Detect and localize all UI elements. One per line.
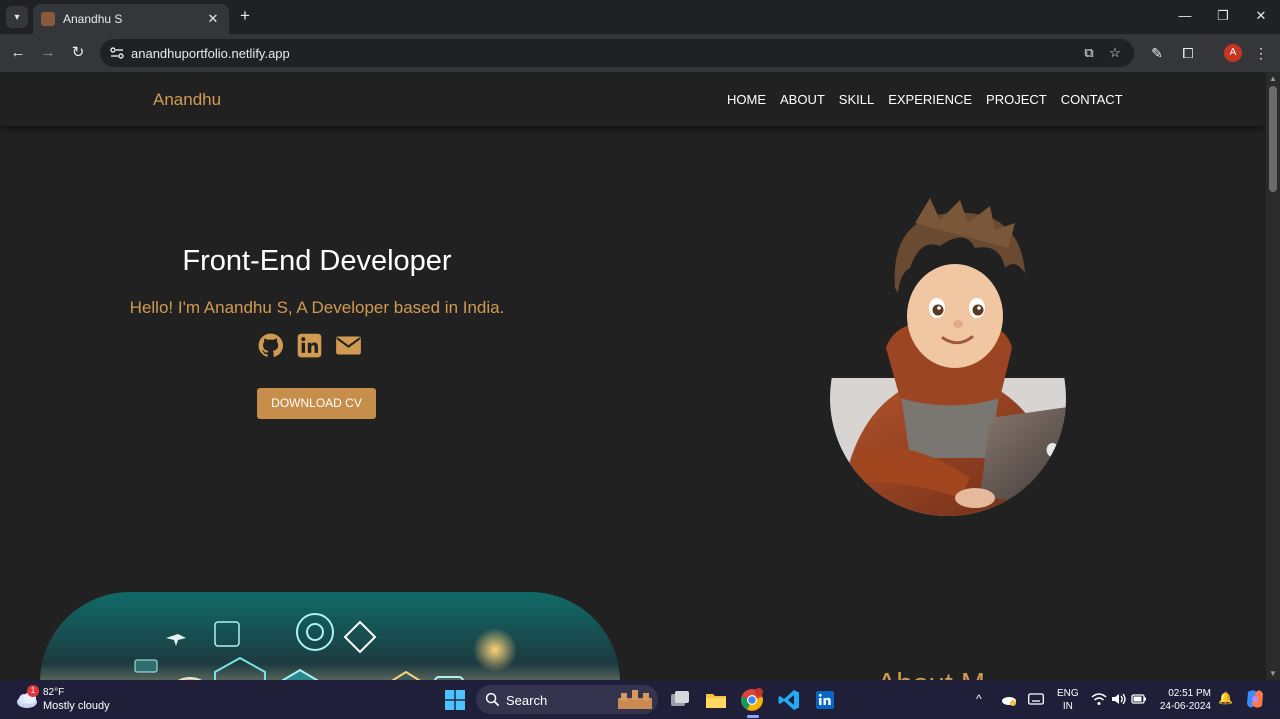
forward-button[interactable]: →: [38, 43, 58, 63]
site-brand[interactable]: Anandhu: [153, 90, 221, 110]
eyedropper-extension-icon[interactable]: ✎: [1148, 44, 1166, 62]
show-hidden-icons-icon[interactable]: ^: [976, 692, 982, 706]
bookmark-star-icon[interactable]: ☆: [1107, 45, 1123, 61]
about-section-tech-illustration: [40, 592, 620, 680]
browser-menu-icon[interactable]: ⋮: [1252, 44, 1270, 62]
clock-date: 24-06-2024: [1159, 701, 1211, 712]
active-app-indicator: [747, 715, 759, 718]
tab-title: Anandhu S: [63, 12, 123, 26]
browser-tab-strip: ▾ Anandhu S ✕ + — ❐ ✕: [0, 0, 1280, 34]
scrollbar-thumb[interactable]: [1269, 86, 1277, 192]
windows-taskbar: 1 82°F Mostly cloudy Search ^ ENG IN 02:…: [0, 680, 1280, 719]
site-menu: HOME ABOUT SKILL EXPERIENCE PROJECT CONT…: [727, 92, 1137, 107]
page-viewport: Anandhu HOME ABOUT SKILL EXPERIENCE PROJ…: [0, 72, 1266, 680]
language-indicator[interactable]: ENG IN: [1057, 687, 1079, 713]
nav-about[interactable]: ABOUT: [780, 92, 825, 107]
nav-contact[interactable]: CONTACT: [1061, 92, 1123, 107]
github-icon[interactable]: [257, 332, 284, 359]
download-cv-button[interactable]: DOWNLOAD CV: [257, 388, 376, 419]
browser-toolbar: ← → ↻ anandhuportfolio.netlify.app ⧉ ☆ ✎…: [0, 34, 1280, 72]
nav-home[interactable]: HOME: [727, 92, 766, 107]
tab-active[interactable]: Anandhu S ✕: [33, 4, 229, 34]
site-navbar: Anandhu HOME ABOUT SKILL EXPERIENCE PROJ…: [0, 72, 1266, 126]
hero-title: Front-End Developer: [182, 245, 452, 277]
reload-button[interactable]: ↻: [68, 43, 88, 63]
vscode-icon[interactable]: [777, 688, 801, 712]
notification-bell-icon[interactable]: 🔔: [1218, 691, 1233, 705]
tab-favicon-icon: [41, 12, 55, 26]
envelope-icon[interactable]: [335, 332, 362, 359]
extensions-puzzle-icon[interactable]: ⧠: [1179, 44, 1197, 62]
new-tab-button[interactable]: +: [235, 6, 255, 26]
weather-alert-badge: 1: [27, 685, 39, 697]
battery-icon[interactable]: [1131, 692, 1147, 706]
developer-avatar-illustration: [830, 198, 1066, 516]
linkedin-app-icon[interactable]: [813, 688, 837, 712]
install-app-icon[interactable]: ⧉: [1081, 45, 1097, 61]
minimize-button[interactable]: —: [1170, 6, 1200, 26]
profile-avatar[interactable]: A: [1224, 44, 1242, 62]
search-highlight-icon: [618, 690, 652, 709]
scroll-down-arrow-icon[interactable]: ▼: [1269, 669, 1277, 678]
weather-description[interactable]: Mostly cloudy: [43, 700, 110, 712]
back-button[interactable]: ←: [8, 43, 28, 63]
search-icon: [485, 692, 500, 707]
system-clock[interactable]: 02:51 PM 24-06-2024: [1155, 687, 1211, 713]
site-info-icon[interactable]: [109, 45, 125, 61]
nav-skill[interactable]: SKILL: [839, 92, 874, 107]
nav-project[interactable]: PROJECT: [986, 92, 1047, 107]
onedrive-icon[interactable]: [1001, 693, 1017, 707]
url-text: anandhuportfolio.netlify.app: [131, 46, 290, 61]
close-window-button[interactable]: ✕: [1246, 6, 1276, 26]
nav-experience[interactable]: EXPERIENCE: [888, 92, 972, 107]
weather-temperature[interactable]: 82°F: [43, 687, 64, 698]
tab-search-button[interactable]: ▾: [6, 6, 28, 28]
language-code: ENG: [1057, 688, 1079, 699]
taskbar-search-box[interactable]: Search: [476, 685, 658, 714]
copilot-icon[interactable]: [1244, 688, 1266, 710]
about-heading: About M: [877, 668, 985, 680]
chrome-icon[interactable]: [740, 688, 764, 712]
file-explorer-icon[interactable]: [704, 688, 728, 712]
wifi-icon[interactable]: [1091, 692, 1107, 706]
keyboard-icon[interactable]: [1028, 693, 1044, 706]
hero-subtitle: Hello! I'm Anandhu S, A Developer based …: [129, 298, 505, 317]
scroll-up-arrow-icon[interactable]: ▲: [1269, 74, 1277, 83]
clock-time: 02:51 PM: [1168, 688, 1211, 699]
search-label: Search: [506, 693, 548, 708]
page-scrollbar[interactable]: ▲ ▼: [1266, 72, 1280, 680]
region-code: IN: [1062, 701, 1073, 712]
close-tab-icon[interactable]: ✕: [205, 11, 221, 27]
task-view-icon[interactable]: [668, 688, 692, 712]
volume-icon[interactable]: [1111, 692, 1127, 706]
social-links: [257, 332, 362, 359]
windows-start-icon[interactable]: [445, 690, 465, 710]
linkedin-icon[interactable]: [296, 332, 323, 359]
address-bar[interactable]: anandhuportfolio.netlify.app ⧉ ☆: [100, 39, 1134, 67]
restore-button[interactable]: ❐: [1208, 6, 1238, 26]
